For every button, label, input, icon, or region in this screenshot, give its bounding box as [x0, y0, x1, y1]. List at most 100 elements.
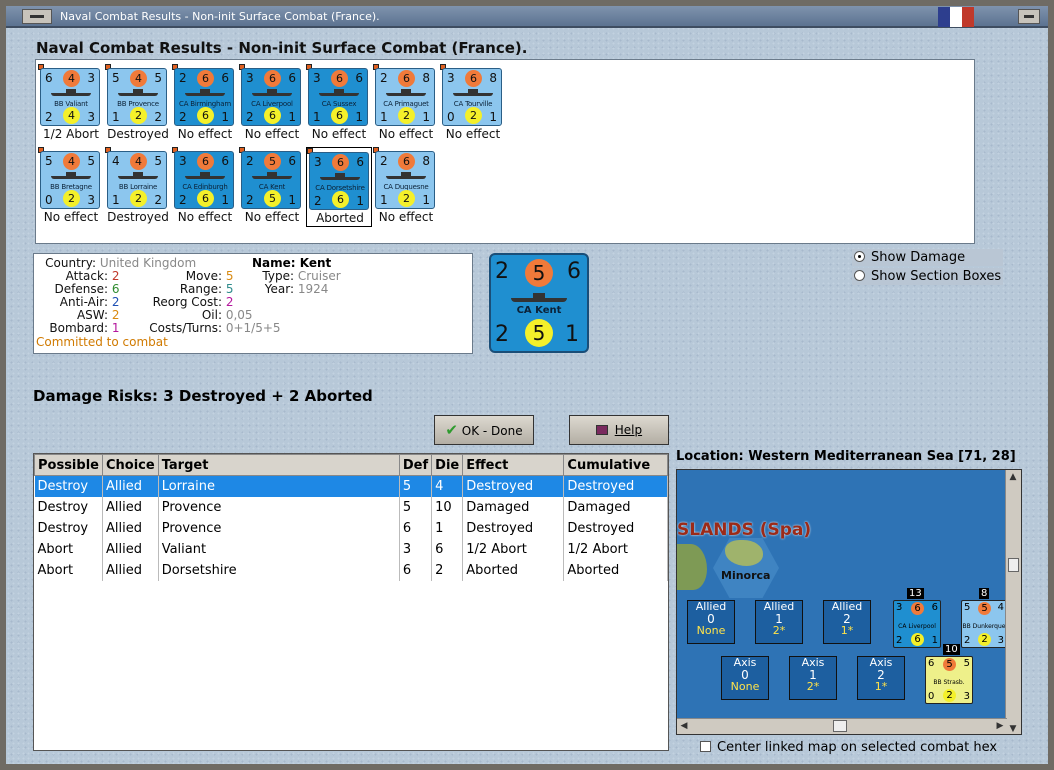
- help-button[interactable]: Help: [569, 415, 669, 445]
- unit-counter[interactable]: 2 6 8 CA Duquesne 1 2 1 No effect: [373, 147, 439, 227]
- vertical-scroll-thumb[interactable]: [1008, 558, 1019, 572]
- unit-range: 2: [63, 190, 80, 207]
- france-flag-icon: [938, 7, 974, 27]
- unit-defense: 4: [63, 153, 80, 170]
- strasbourg-range: 2: [943, 689, 956, 702]
- unit-result: No effect: [43, 210, 99, 224]
- unit-counter[interactable]: 2 5 6 CA Kent 2 5 1 No effect: [239, 147, 305, 227]
- stack-count: 10: [943, 644, 960, 655]
- unit-chip: 5 4 5 BB Provence 1 2 2: [107, 68, 167, 126]
- show-sections-label: Show Section Boxes: [871, 269, 1002, 284]
- unit-defense: 6: [465, 70, 482, 87]
- scroll-down-icon[interactable]: ▼: [1006, 722, 1020, 734]
- unit-result: 1/2 Abort: [43, 127, 99, 141]
- unit-result: No effect: [311, 127, 367, 141]
- table-cell: 6: [399, 559, 433, 581]
- column-header[interactable]: Def: [398, 454, 433, 476]
- unit-result: No effect: [378, 210, 434, 224]
- liverpool-name: CA Liverpool: [898, 623, 936, 630]
- unit-defense: 6: [264, 70, 281, 87]
- unit-bombard: 2: [154, 193, 162, 207]
- damage-risks: Damage Risks: 3 Destroyed + 2 Aborted: [33, 387, 373, 405]
- unit-chip: 2 5 6 CA Kent 2 5 1: [241, 151, 301, 209]
- unit-aa: 0: [45, 193, 53, 207]
- reorg-value: 2: [225, 295, 234, 309]
- unit-aa: 2: [179, 193, 187, 207]
- unit-counter[interactable]: 6 4 3 BB Valiant 2 4 3 1/2 Abort: [38, 64, 104, 144]
- map-vertical-scrollbar[interactable]: ▲ ▼: [1005, 470, 1021, 734]
- center-map-checkbox[interactable]: Center linked map on selected combat hex: [700, 740, 997, 755]
- table-cell: 4: [431, 475, 464, 497]
- table-row[interactable]: Destroy Allied Lorraine 5 4 Destroyed Destroye…: [34, 475, 668, 497]
- map-horizontal-scrollbar[interactable]: ◀ ▶: [677, 718, 1007, 734]
- column-header[interactable]: Target: [157, 454, 400, 476]
- strasbourg-bombard: 3: [963, 691, 970, 702]
- unit-counter[interactable]: 3 6 6 CA Sussex 1 6 1 No effect: [306, 64, 372, 144]
- unit-info-panel: Country: United Kingdom Attack: 2 Defens…: [33, 253, 473, 354]
- close-button[interactable]: [1018, 9, 1040, 24]
- unit-bombard: 1: [221, 193, 229, 207]
- column-header[interactable]: Possible: [34, 454, 103, 476]
- dunkerque-aa: 2: [964, 635, 971, 646]
- allied-stack-0[interactable]: Allied 0 None: [687, 600, 735, 644]
- unit-aa: 2: [246, 110, 254, 124]
- unit-chip: 3 6 6 CA Liverpool 2 6 1: [241, 68, 301, 126]
- horizontal-scroll-thumb[interactable]: [833, 720, 847, 732]
- column-header[interactable]: Cumulative: [563, 454, 668, 476]
- asw-value: 2: [111, 308, 120, 322]
- unit-counter[interactable]: 2 6 8 CA Primaguet 1 2 1 No effect: [373, 64, 439, 144]
- table-row[interactable]: Destroy Allied Provence 5 10 Damaged Damaged: [34, 496, 668, 518]
- show-section-boxes-radio[interactable]: Show Section Boxes: [852, 268, 1004, 285]
- unit-attack: 2: [179, 71, 187, 85]
- unit-counter[interactable]: 2 6 6 CA Birmingham 2 6 1 No effect: [172, 64, 238, 144]
- column-header[interactable]: Die: [431, 454, 464, 476]
- ship-icon: [252, 172, 292, 180]
- table-row[interactable]: Abort Allied Dorsetshire 6 2 Aborted Aborted: [34, 559, 668, 581]
- axis-stack-0[interactable]: Axis 0 None: [721, 656, 769, 700]
- scroll-up-icon[interactable]: ▲: [1006, 470, 1020, 484]
- minimize-button[interactable]: [22, 9, 52, 24]
- unit-aa: 1: [112, 193, 120, 207]
- ship-icon: [319, 89, 359, 97]
- title-bar[interactable]: Naval Combat Results - Non-init Surface …: [6, 6, 1048, 28]
- unit-counter[interactable]: 3 6 6 CA Dorsetshire 2 6 1 Aborted: [306, 147, 372, 227]
- show-damage-radio[interactable]: Show Damage: [852, 249, 1004, 266]
- axis-stack-1[interactable]: Axis 1 2*: [789, 656, 837, 700]
- unit-move: 5: [154, 71, 162, 85]
- unit-aa: 2: [179, 110, 187, 124]
- ok-done-button[interactable]: ✔ OK - Done: [434, 415, 534, 445]
- axis-stack-2[interactable]: Axis 2 1*: [857, 656, 905, 700]
- stack-status: 2*: [806, 680, 820, 693]
- islands-label: SLANDS (Spa): [677, 520, 812, 540]
- table-cell: Aborted: [462, 559, 565, 581]
- costs-label: Costs/Turns:: [149, 321, 222, 335]
- mini-map[interactable]: SLANDS (Spa) Minorca 13 3 6 6 CA Liverpo…: [676, 469, 1022, 735]
- unit-defense: 6: [197, 70, 214, 87]
- antiair-label: Anti-Air:: [59, 295, 108, 309]
- unit-counter[interactable]: 5 4 5 BB Provence 1 2 2 Destroyed: [105, 64, 171, 144]
- counter-aa: 2: [495, 322, 509, 347]
- dunkerque-attack: 5: [964, 602, 971, 613]
- table-cell: 2: [431, 559, 464, 581]
- ship-icon: [320, 173, 360, 181]
- ship-icon: [386, 89, 426, 97]
- allied-stack-2[interactable]: Allied 2 1*: [823, 600, 871, 644]
- unit-move: 3: [87, 71, 95, 85]
- table-cell: Dorsetshire: [158, 559, 400, 581]
- combat-units-panel: 6 4 3 BB Valiant 2 4 3 1/2 Abort 5 4 5 BB Provence 1…: [35, 59, 975, 244]
- unit-counter[interactable]: 3 6 6 CA Liverpool 2 6 1 No effect: [239, 64, 305, 144]
- ship-icon: [118, 89, 158, 97]
- table-row[interactable]: Abort Allied Valiant 3 6 1/2 Abort 1/2 Abort: [34, 538, 668, 560]
- allied-stack-1[interactable]: Allied 1 2*: [755, 600, 803, 644]
- column-header[interactable]: Choice: [101, 454, 159, 476]
- column-header[interactable]: Effect: [462, 454, 565, 476]
- unit-counter[interactable]: 3 6 6 CA Edinburgh 2 6 1 No effect: [172, 147, 238, 227]
- table-header: Possible Choice Target Def Die Effect Cumulati…: [34, 454, 668, 476]
- scroll-left-icon[interactable]: ◀: [677, 719, 691, 733]
- unit-counter[interactable]: 3 6 8 CA Tourville 0 2 1 No effect: [440, 64, 506, 144]
- unit-counter[interactable]: 5 4 5 BB Bretagne 0 2 3 No effect: [38, 147, 104, 227]
- unit-counter[interactable]: 4 4 5 BB Lorraine 1 2 2 Destroyed: [105, 147, 171, 227]
- table-cell: 10: [431, 496, 464, 518]
- scroll-right-icon[interactable]: ▶: [993, 719, 1007, 733]
- table-row[interactable]: Destroy Allied Provence 6 1 Destroyed Destroye…: [34, 517, 668, 539]
